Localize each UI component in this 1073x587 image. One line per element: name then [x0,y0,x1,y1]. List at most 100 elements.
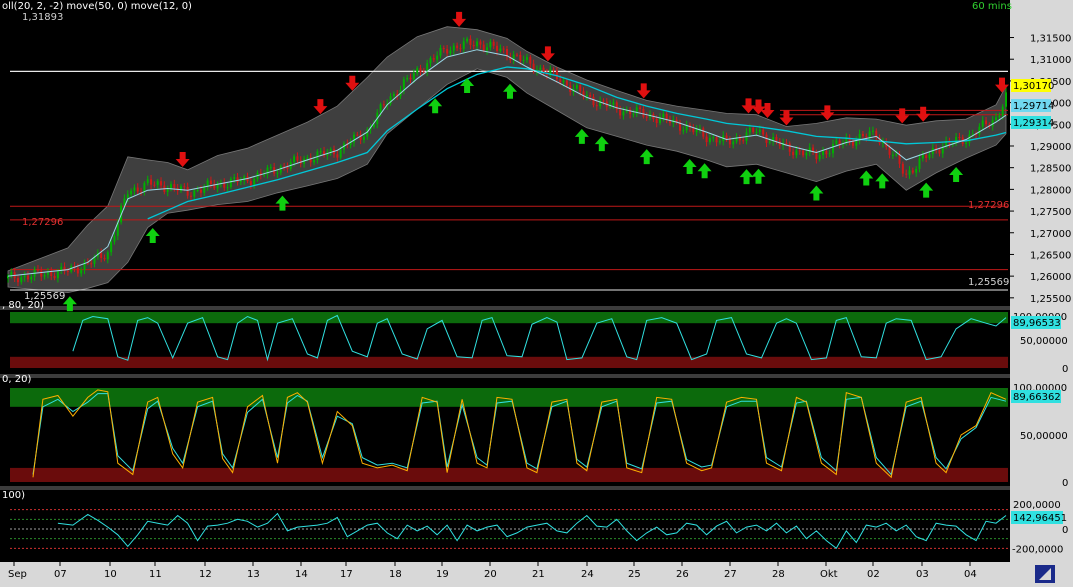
candle-body [911,170,914,173]
trading-chart-window: 1,315001,310001,305001,300001,295001,290… [0,0,1073,587]
candle-body [196,189,199,191]
candle-body [113,235,116,242]
candle-body [559,79,562,83]
candle-body [622,111,625,116]
candle-body [522,59,525,61]
rsi-label: , 80, 20) [2,300,44,311]
candle-body [562,80,565,83]
candle-body [905,173,908,175]
candle-body [236,177,239,183]
candle-body [476,41,479,47]
oversold-zone [10,356,1008,368]
candle-body [482,44,485,51]
time-tick-label: 03 [916,569,929,580]
candle-body [449,50,452,54]
candle-body [795,150,798,156]
panel-separator[interactable] [0,374,1073,378]
time-tick-label: 14 [295,569,308,580]
candle-body [575,85,578,89]
candle-body [728,138,731,145]
candle-body [36,269,39,271]
candle-body [708,137,711,143]
candle-body [23,275,26,278]
candle-body [818,154,821,160]
cci-top-tag: 200,0000 [1013,500,1061,511]
candle-body [715,137,718,143]
candle-body [958,137,961,139]
candle-body [805,152,808,156]
candle-body [319,151,322,153]
candle-body [695,129,698,133]
cci-tick-label: 0 [1062,525,1068,536]
price-tick-label: 1,31000 [1030,55,1071,66]
candle-body [832,144,835,154]
chart-canvas: 1,315001,310001,305001,300001,295001,290… [0,0,1073,587]
candle-body [183,186,186,188]
candle-body [133,187,136,191]
candle-body [56,270,59,279]
panel-separator[interactable] [0,486,1073,490]
time-tick-label: Sep [8,569,27,580]
candle-body [895,154,898,156]
candle-body [718,141,721,143]
candle-body [203,187,206,193]
level-left-label: 1,27296 [22,217,63,228]
candle-body [525,57,528,60]
candle-body [316,151,319,161]
candle-body [825,150,828,155]
candle-body [209,180,212,184]
candle-body [156,181,159,185]
candle-body [662,113,665,118]
candle-body [642,109,645,117]
candle-body [456,45,459,49]
candle-body [16,278,19,283]
time-tick-label: 13 [247,569,260,580]
candle-body [429,58,432,64]
candle-body [539,67,542,70]
candle-body [472,44,475,47]
candle-body [76,267,79,274]
candle-body [502,48,505,50]
candle-body [239,180,242,183]
candle-body [915,168,918,173]
candle-body [352,134,355,143]
candle-body [276,172,279,174]
candle-body [918,158,921,169]
candle-body [356,134,359,136]
candle-body [712,137,715,139]
time-tick-label: 10 [104,569,117,580]
time-tick-label: 26 [676,569,689,580]
candle-body [871,130,874,132]
stoch-tick-label: 50,00000 [1020,431,1068,442]
candle-body [479,41,482,45]
candle-body [296,156,299,161]
candle-body [908,170,911,175]
candle-body [53,276,56,279]
time-tick-label: 07 [54,569,67,580]
oversold-zone [10,467,1008,482]
candle-body [1001,106,1004,116]
price-tick-label: 1,28000 [1030,185,1071,196]
time-tick-label: 11 [149,569,162,580]
candle-body [40,270,43,277]
time-tick-label: 27 [724,569,737,580]
candle-body [632,113,635,115]
candle-body [146,179,149,184]
candle-body [249,181,252,186]
candle-body [855,140,858,146]
candle-body [153,184,156,186]
candle-body [798,150,801,152]
candle-body [143,183,146,192]
candle-body [442,47,445,50]
candle-body [486,47,489,51]
cci-panel[interactable] [0,490,1010,560]
candle-body [412,73,415,80]
time-tick-label: 04 [964,569,977,580]
candle-body [130,190,133,195]
candle-body [529,57,532,64]
cci-tick-label: -200,0000 [1012,544,1063,555]
panel-separator[interactable] [0,306,1073,310]
stoch-value-tag-text: 89,66362 [1013,392,1061,403]
candle-body [702,128,705,137]
candle-body [26,275,29,280]
